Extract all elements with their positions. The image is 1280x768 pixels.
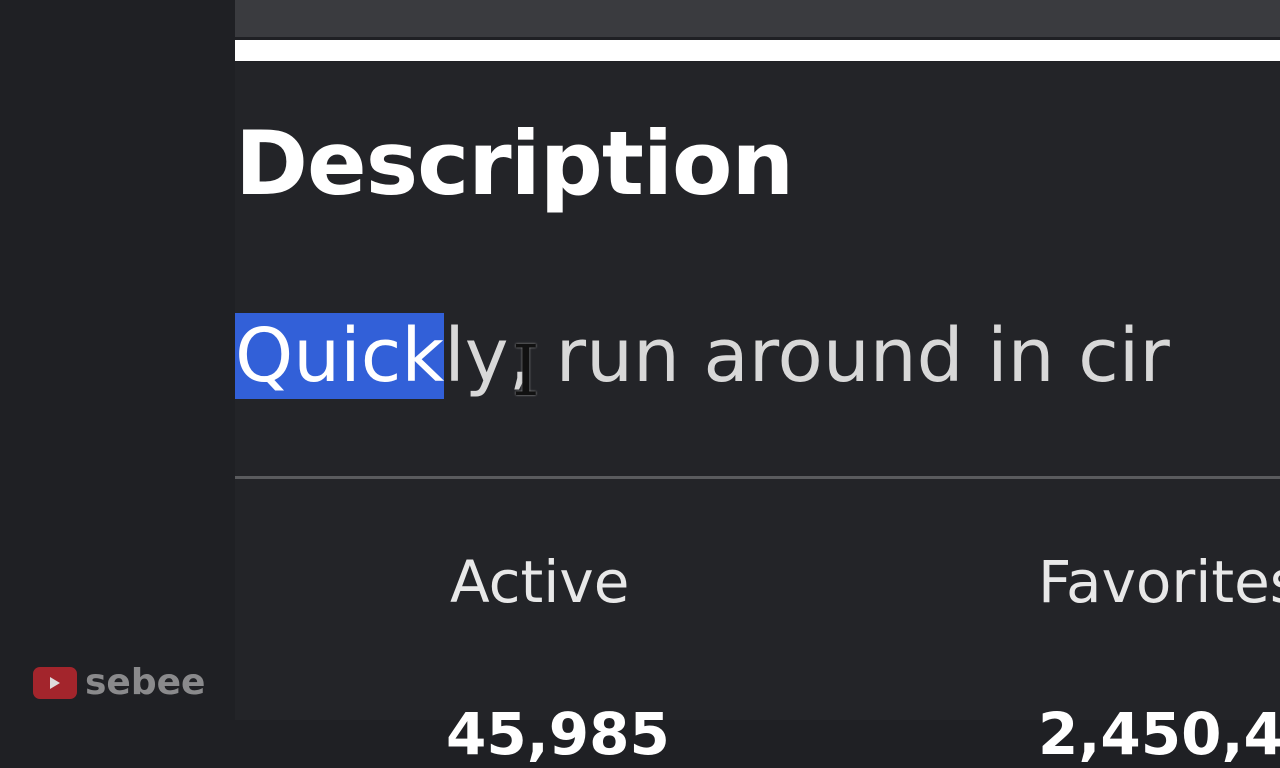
text-cursor-icon: I: [512, 330, 540, 412]
white-banner: [235, 40, 1280, 61]
stat-value-favorites: 2,450,45: [1038, 700, 1280, 768]
stat-value-active: 45,985: [446, 700, 670, 768]
stat-label-active: Active: [450, 548, 630, 616]
header-bar: [235, 0, 1280, 37]
stat-label-favorites: Favorites: [1038, 548, 1280, 616]
youtube-icon: [33, 666, 77, 699]
selected-text[interactable]: Quick: [235, 313, 445, 399]
description-text[interactable]: Quickly, run around in cir: [235, 300, 1170, 412]
watermark-text: sebee: [85, 662, 206, 703]
description-heading: Description: [235, 112, 794, 215]
divider: [235, 476, 1280, 479]
description-text-rest[interactable]: ly, run around in cir: [444, 313, 1170, 399]
watermark: sebee: [33, 662, 205, 703]
